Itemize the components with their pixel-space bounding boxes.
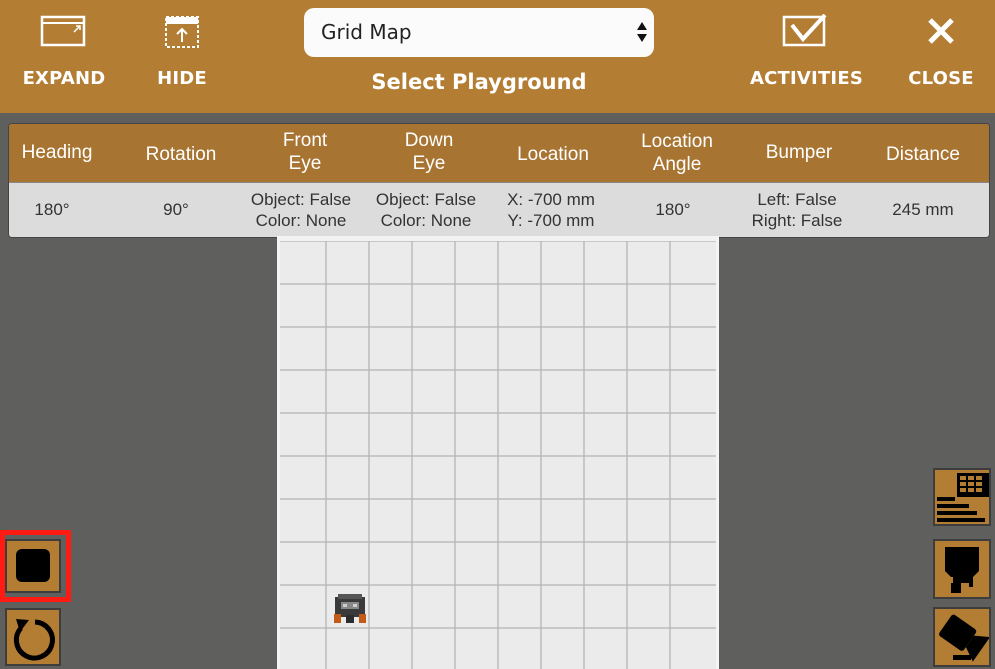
top-toolbar: EXPAND HIDE Grid Map Select Playground A… xyxy=(0,0,995,113)
value-distance: 245 mm xyxy=(892,200,954,219)
activities-label: ACTIVITIES xyxy=(750,68,863,89)
reset-circular-arrow-icon xyxy=(13,619,55,661)
header-rotation: Rotation xyxy=(145,144,217,165)
robot-view-button[interactable] xyxy=(933,539,991,599)
playground-grid[interactable] xyxy=(277,236,719,669)
reset-button[interactable] xyxy=(5,608,61,666)
robot-view-icon xyxy=(945,547,979,593)
header-down-eye: Down Eye xyxy=(404,130,454,174)
stop-button[interactable] xyxy=(5,539,61,593)
camera-button[interactable] xyxy=(933,607,991,667)
expand-button[interactable]: EXPAND xyxy=(22,0,106,113)
hide-button[interactable]: HIDE xyxy=(146,0,218,113)
close-button[interactable]: CLOSE xyxy=(905,0,977,113)
playground-select[interactable]: Grid Map xyxy=(304,8,654,57)
close-x-icon xyxy=(928,18,954,44)
header-bumper: Bumper xyxy=(765,142,833,163)
header-heading: Heading xyxy=(21,142,93,163)
hide-label: HIDE xyxy=(157,68,207,89)
sensor-table-values: 180° 90° Object: False Color: None Object… xyxy=(9,182,989,237)
data-table-button[interactable] xyxy=(933,468,991,526)
sensor-table-header: Heading Rotation Front Eye Down Eye Locati… xyxy=(9,124,989,182)
playground-select-value: Grid Map xyxy=(321,20,412,44)
value-location-angle: 180° xyxy=(655,200,691,219)
data-table-icon xyxy=(937,473,989,522)
value-front-eye: Object: False Color: None xyxy=(250,190,352,230)
header-front-eye: Front Eye xyxy=(282,130,328,174)
close-label: CLOSE xyxy=(908,68,974,89)
expand-window-icon xyxy=(40,15,86,47)
expand-label: EXPAND xyxy=(22,68,106,89)
stop-square-icon xyxy=(16,549,50,582)
value-bumper: Left: False Right: False xyxy=(751,190,843,230)
value-rotation: 90° xyxy=(163,200,189,219)
hide-panel-icon xyxy=(165,16,199,48)
sensor-table: Heading Rotation Front Eye Down Eye Locati… xyxy=(8,123,990,238)
activities-button[interactable]: ACTIVITIES xyxy=(750,0,863,113)
value-heading: 180° xyxy=(34,200,70,219)
camera-icon xyxy=(939,614,991,662)
value-location: X: -700 mm Y: -700 mm xyxy=(507,190,595,230)
header-location-angle: Location Angle xyxy=(641,131,713,175)
header-location: Location xyxy=(517,144,589,165)
select-arrows-icon xyxy=(637,22,647,42)
header-distance: Distance xyxy=(886,144,960,165)
select-playground-caption: Select Playground xyxy=(371,70,587,94)
value-down-eye: Object: False Color: None xyxy=(375,190,477,230)
robot-sprite xyxy=(334,594,366,623)
activities-checkbox-icon xyxy=(782,14,827,47)
